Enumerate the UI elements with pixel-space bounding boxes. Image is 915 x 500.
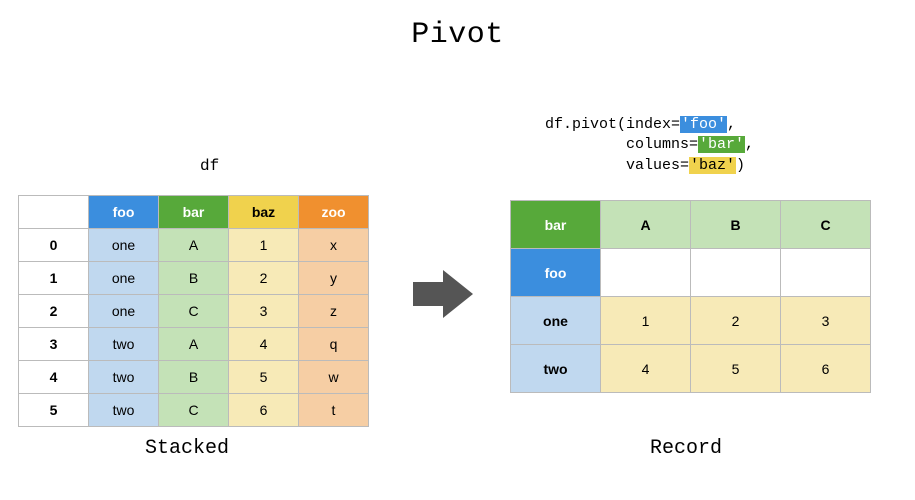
cell-bar: B <box>159 361 229 394</box>
header-foo: foo <box>89 196 159 229</box>
record-row-idx: one <box>511 297 601 345</box>
record-axis-row: foo <box>511 249 871 297</box>
cell-baz: 5 <box>229 361 299 394</box>
row-index: 1 <box>19 262 89 295</box>
record-blank <box>601 249 691 297</box>
code-values-highlight: 'baz' <box>689 157 736 174</box>
stacked-table: foo bar baz zoo 0 one A 1 x 1 one B 2 y … <box>18 195 369 427</box>
header-bar: bar <box>159 196 229 229</box>
record-row-idx: two <box>511 345 601 393</box>
record-cell: 1 <box>601 297 691 345</box>
cell-bar: B <box>159 262 229 295</box>
record-table: bar A B C foo one 1 2 3 two 4 5 6 <box>510 200 871 393</box>
page-title: Pivot <box>0 0 915 52</box>
cell-zoo: w <box>299 361 369 394</box>
code-text: ) <box>736 157 745 174</box>
cell-baz: 6 <box>229 394 299 427</box>
cell-foo: two <box>89 328 159 361</box>
record-cell: 2 <box>691 297 781 345</box>
record-col-B: B <box>691 201 781 249</box>
table-row: 1 one B 2 y <box>19 262 369 295</box>
row-index: 3 <box>19 328 89 361</box>
cell-bar: A <box>159 229 229 262</box>
pivot-code: df.pivot(index='foo', columns='bar', val… <box>545 115 754 176</box>
table-row: 2 one C 3 z <box>19 295 369 328</box>
record-col-A: A <box>601 201 691 249</box>
header-zoo: zoo <box>299 196 369 229</box>
record-data-row: two 4 5 6 <box>511 345 871 393</box>
row-index: 4 <box>19 361 89 394</box>
record-data-row: one 1 2 3 <box>511 297 871 345</box>
df-label: df <box>200 157 219 175</box>
record-cell: 4 <box>601 345 691 393</box>
table-row: 5 two C 6 t <box>19 394 369 427</box>
cell-baz: 4 <box>229 328 299 361</box>
record-col-C: C <box>781 201 871 249</box>
cell-foo: one <box>89 229 159 262</box>
code-indent <box>545 136 626 153</box>
record-cell: 5 <box>691 345 781 393</box>
cell-zoo: t <box>299 394 369 427</box>
cell-zoo: x <box>299 229 369 262</box>
cell-zoo: z <box>299 295 369 328</box>
code-text: , <box>745 136 754 153</box>
code-indent <box>545 157 626 174</box>
record-header-row: bar A B C <box>511 201 871 249</box>
record-blank <box>781 249 871 297</box>
row-index: 5 <box>19 394 89 427</box>
code-text: df.pivot(index= <box>545 116 680 133</box>
cell-zoo: y <box>299 262 369 295</box>
cell-foo: one <box>89 262 159 295</box>
code-text: columns= <box>626 136 698 153</box>
code-text: values= <box>626 157 689 174</box>
table-row: 4 two B 5 w <box>19 361 369 394</box>
record-blank <box>691 249 781 297</box>
cell-baz: 1 <box>229 229 299 262</box>
record-cell: 6 <box>781 345 871 393</box>
cell-bar: C <box>159 394 229 427</box>
header-blank <box>19 196 89 229</box>
cell-foo: two <box>89 361 159 394</box>
code-text: , <box>727 116 736 133</box>
table-row: 3 two A 4 q <box>19 328 369 361</box>
cell-bar: A <box>159 328 229 361</box>
header-baz: baz <box>229 196 299 229</box>
cell-foo: two <box>89 394 159 427</box>
table-row: 0 one A 1 x <box>19 229 369 262</box>
cell-baz: 2 <box>229 262 299 295</box>
table-header-row: foo bar baz zoo <box>19 196 369 229</box>
cell-foo: one <box>89 295 159 328</box>
record-row-axis-name: foo <box>511 249 601 297</box>
code-columns-highlight: 'bar' <box>698 136 745 153</box>
cell-zoo: q <box>299 328 369 361</box>
row-index: 0 <box>19 229 89 262</box>
record-col-axis-name: bar <box>511 201 601 249</box>
code-index-highlight: 'foo' <box>680 116 727 133</box>
cell-bar: C <box>159 295 229 328</box>
stacked-caption: Stacked <box>145 437 229 460</box>
arrow-right-icon <box>413 270 473 318</box>
cell-baz: 3 <box>229 295 299 328</box>
row-index: 2 <box>19 295 89 328</box>
record-cell: 3 <box>781 297 871 345</box>
record-caption: Record <box>650 437 722 460</box>
